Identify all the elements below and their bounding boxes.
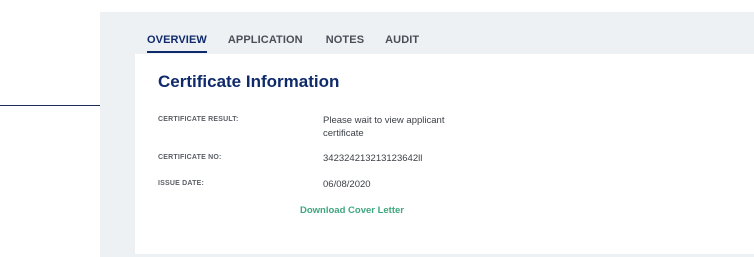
certificate-result-label: CERTIFICATE RESULT: — [158, 116, 239, 123]
tab-overview[interactable]: OVERVIEW — [147, 34, 207, 53]
card-title: Certificate Information — [158, 72, 340, 91]
tab-bar: OVERVIEW APPLICATION NOTES AUDIT — [147, 34, 440, 54]
record-panel: OVERVIEW APPLICATION NOTES AUDIT Certifi… — [100, 12, 754, 257]
callout-line — [0, 105, 105, 106]
issue-date-label: ISSUE DATE: — [158, 180, 205, 187]
certificate-result-value: Please wait to view applicant certificat… — [323, 115, 445, 139]
tab-application[interactable]: APPLICATION — [228, 34, 303, 51]
download-cover-letter-link[interactable]: Download Cover Letter — [300, 205, 404, 216]
tab-audit[interactable]: AUDIT — [385, 34, 419, 51]
tab-notes[interactable]: NOTES — [326, 34, 364, 51]
issue-date-value: 06/08/2020 — [323, 179, 371, 190]
certificate-card: Certificate Information CERTIFICATE RESU… — [135, 54, 754, 254]
certificate-no-label: CERTIFICATE NO: — [158, 154, 222, 161]
certificate-no-value: 342324213213123642ll — [323, 153, 423, 164]
